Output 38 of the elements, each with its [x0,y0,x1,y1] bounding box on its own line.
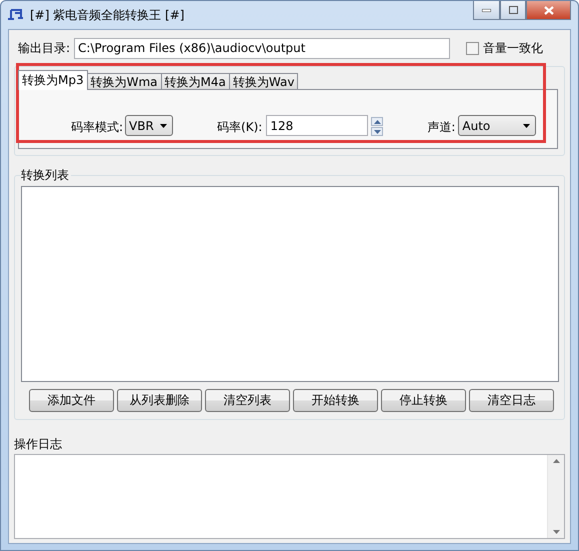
scroll-down-icon [552,530,560,534]
spin-up-button[interactable] [371,117,384,126]
maximize-button[interactable] [500,1,526,20]
normalize-checkbox[interactable] [466,42,480,54]
format-tab[interactable]: 转换为Wav [228,73,298,90]
bitrate-mode-label: 码率模式: [71,119,124,136]
close-icon [544,6,554,14]
action-button[interactable]: 清空列表 [205,389,290,412]
action-button[interactable]: 停止转换 [381,389,466,412]
down-arrow-icon [374,130,381,134]
dropdown-arrow-icon [160,124,168,128]
window-title: [#] 紫电音频全能转换王 [#] [30,6,184,24]
conversion-list-title: 转换列表 [21,167,71,184]
scroll-up-icon [552,459,560,463]
format-tab[interactable]: 转换为M4a [160,73,230,90]
action-button[interactable]: 从列表删除 [117,389,202,412]
minimize-icon [482,8,491,12]
maximize-icon [508,6,518,14]
spin-down-button[interactable] [371,127,384,136]
action-button[interactable]: 开始转换 [293,389,378,412]
output-dir-field[interactable]: C:\Program Files (x86)\audiocv\output [74,38,450,58]
log-title: 操作日志 [14,436,63,453]
close-button[interactable] [526,1,571,20]
normalize-label: 音量一致化 [483,40,544,56]
action-button[interactable]: 清空日志 [469,389,554,412]
bitrate-field[interactable]: 128 [266,115,368,136]
channel-label: 声道: [427,119,456,136]
format-tab[interactable]: 转换为Wma [86,73,162,90]
minimize-button[interactable] [473,1,500,20]
action-button[interactable]: 添加文件 [29,389,114,412]
bitrate-mode-dropdown[interactable]: VBR [125,115,174,136]
channel-dropdown[interactable]: Auto [458,115,536,136]
output-dir-label: 输出目录: [18,40,70,56]
scrollbar[interactable] [547,455,564,538]
bitrate-label: 码率(K): [217,119,262,136]
up-arrow-icon [374,120,381,124]
dropdown-arrow-icon [523,124,530,128]
format-tab[interactable]: 转换为Mp3 [18,70,88,90]
